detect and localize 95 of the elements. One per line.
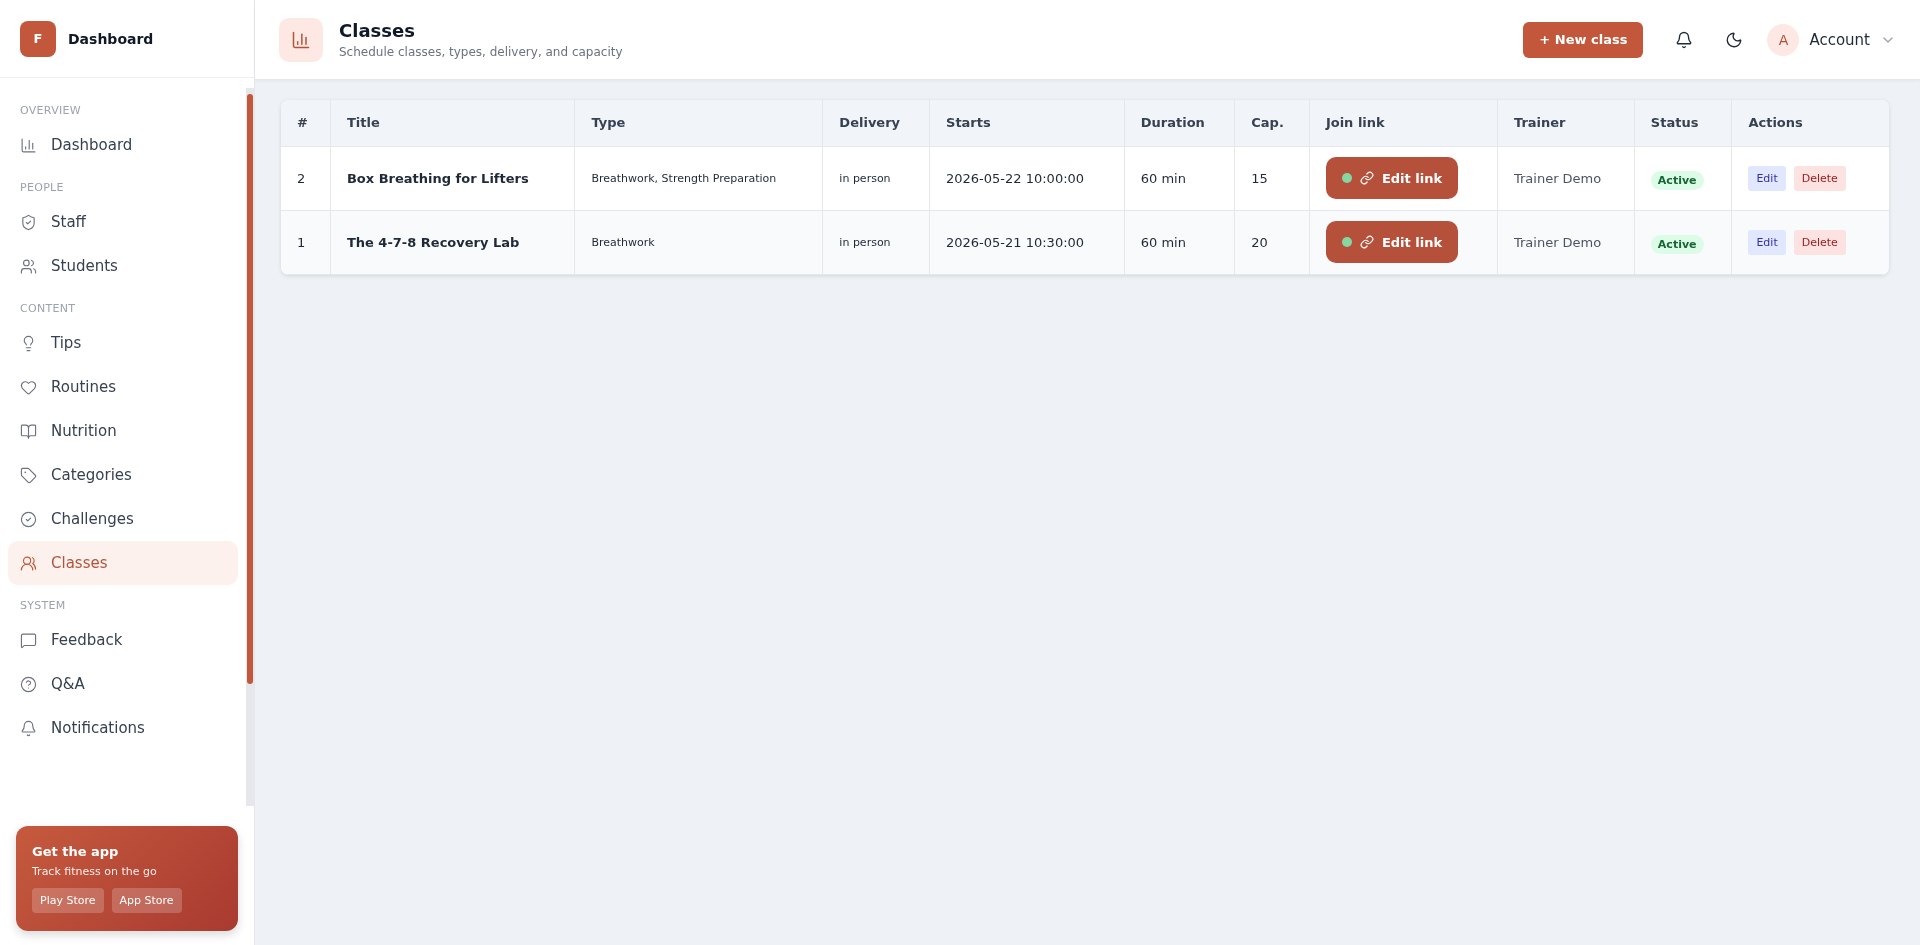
scrollbar[interactable] xyxy=(246,88,254,806)
link-icon xyxy=(1359,235,1374,249)
nav-label: Challenges xyxy=(51,510,134,528)
bar-chart-icon xyxy=(279,17,323,62)
users-icon xyxy=(20,257,37,275)
column-header: Trainer xyxy=(1497,100,1635,146)
nav-label: Nutrition xyxy=(51,422,117,440)
edit-link-button[interactable]: Edit link xyxy=(1325,221,1459,263)
brand-title: Dashboard xyxy=(68,30,154,47)
table-cell: Breathwork xyxy=(574,210,823,274)
column-header: Actions xyxy=(1731,100,1889,146)
link-icon xyxy=(1359,171,1374,185)
table-cell: Box Breathing for Lifters xyxy=(330,146,575,210)
account-label: Account xyxy=(1809,30,1870,49)
new-class-button[interactable]: + New class xyxy=(1523,21,1644,58)
nav-label: Students xyxy=(51,257,118,275)
table-cell: 2 xyxy=(281,146,331,210)
nav-label: Dashboard xyxy=(51,136,133,154)
page-title: Classes xyxy=(339,20,416,41)
section-label: CONTENT xyxy=(19,301,77,317)
table-cell: Breathwork, Strength Preparation xyxy=(574,146,823,210)
status-dot-icon xyxy=(1341,237,1352,247)
nav-item[interactable]: Routines xyxy=(8,365,238,409)
scrollbar-thumb[interactable] xyxy=(247,94,253,684)
nav-label: Q&A xyxy=(51,675,85,693)
nav-item[interactable]: Feedback xyxy=(8,618,238,662)
section-label: SYSTEM xyxy=(19,598,67,614)
column-header: Delivery xyxy=(822,100,930,146)
book-icon xyxy=(20,422,37,440)
nav-item[interactable]: Classes xyxy=(8,541,238,585)
nav-label: Routines xyxy=(51,378,117,396)
section-label: PEOPLE xyxy=(19,180,65,196)
column-header: Status xyxy=(1634,100,1732,146)
table-cell: in person xyxy=(822,146,930,210)
column-header: Type xyxy=(574,100,823,146)
nav-item[interactable]: Staff xyxy=(8,200,238,244)
edit-button[interactable]: Edit xyxy=(1748,165,1786,191)
nav-item[interactable]: Q&A xyxy=(8,662,238,706)
brand-logo: F xyxy=(20,20,56,57)
bell-icon xyxy=(1675,30,1694,49)
column-header: Duration xyxy=(1124,100,1235,146)
bar-chart-icon xyxy=(20,136,37,154)
section-label: OVERVIEW xyxy=(19,103,82,119)
nav-label: Staff xyxy=(51,213,86,231)
column-header: Starts xyxy=(929,100,1125,146)
nav-item[interactable]: Dashboard xyxy=(8,123,238,167)
nav-label: Notifications xyxy=(51,719,145,737)
promo-text: Track fitness on the go xyxy=(32,865,158,878)
page-subtitle: Schedule classes, types, delivery, and capacity xyxy=(339,45,623,59)
bell-icon xyxy=(20,719,37,737)
column-header: Join link xyxy=(1309,100,1498,146)
avatar: A xyxy=(1767,23,1800,56)
nav-item[interactable]: Challenges xyxy=(8,497,238,541)
table-cell: 2026-05-21 10:30:00 xyxy=(929,210,1125,274)
nav-label: Feedback xyxy=(51,631,123,649)
table-cell: 20 xyxy=(1234,210,1310,274)
message-icon xyxy=(20,631,37,649)
status-badge: Active xyxy=(1650,170,1704,190)
heart-icon xyxy=(20,378,37,396)
nav-item[interactable]: Notifications xyxy=(8,706,238,750)
edit-button[interactable]: Edit xyxy=(1748,229,1786,255)
nav-label: Classes xyxy=(51,554,108,572)
nav-item[interactable]: Nutrition xyxy=(8,409,238,453)
table-cell: 60 min xyxy=(1124,146,1235,210)
store-button[interactable]: App Store xyxy=(111,888,182,913)
group-icon xyxy=(20,554,37,572)
table-cell: 15 xyxy=(1234,146,1310,210)
column-header: Cap. xyxy=(1234,100,1310,146)
table-cell: Trainer Demo xyxy=(1497,210,1635,274)
check-circle-icon xyxy=(20,510,37,528)
table-cell: 1 xyxy=(281,210,331,274)
tag-icon xyxy=(20,466,37,484)
account-menu[interactable]: A Account xyxy=(1767,23,1896,56)
shield-icon xyxy=(20,213,37,231)
help-icon xyxy=(20,675,37,693)
nav-item[interactable]: Categories xyxy=(8,453,238,497)
table-cell: 60 min xyxy=(1124,210,1235,274)
delete-button[interactable]: Delete xyxy=(1793,165,1846,191)
table-cell: in person xyxy=(822,210,930,274)
moon-icon xyxy=(1725,30,1744,49)
nav-item[interactable]: Students xyxy=(8,244,238,288)
table-cell: 2026-05-22 10:00:00 xyxy=(929,146,1125,210)
store-button[interactable]: Play Store xyxy=(32,888,104,913)
status-dot-icon xyxy=(1341,173,1352,183)
edit-link-button[interactable]: Edit link xyxy=(1325,157,1459,199)
nav-label: Tips xyxy=(51,334,82,352)
nav-item[interactable]: Tips xyxy=(8,321,238,365)
delete-button[interactable]: Delete xyxy=(1793,229,1846,255)
table-cell: Trainer Demo xyxy=(1497,146,1635,210)
nav-label: Categories xyxy=(51,466,132,484)
table-cell: The 4-7-8 Recovery Lab xyxy=(330,210,575,274)
column-header: # xyxy=(281,100,331,146)
status-badge: Active xyxy=(1650,234,1704,254)
promo-title: Get the app xyxy=(32,844,120,859)
column-header: Title xyxy=(330,100,575,146)
